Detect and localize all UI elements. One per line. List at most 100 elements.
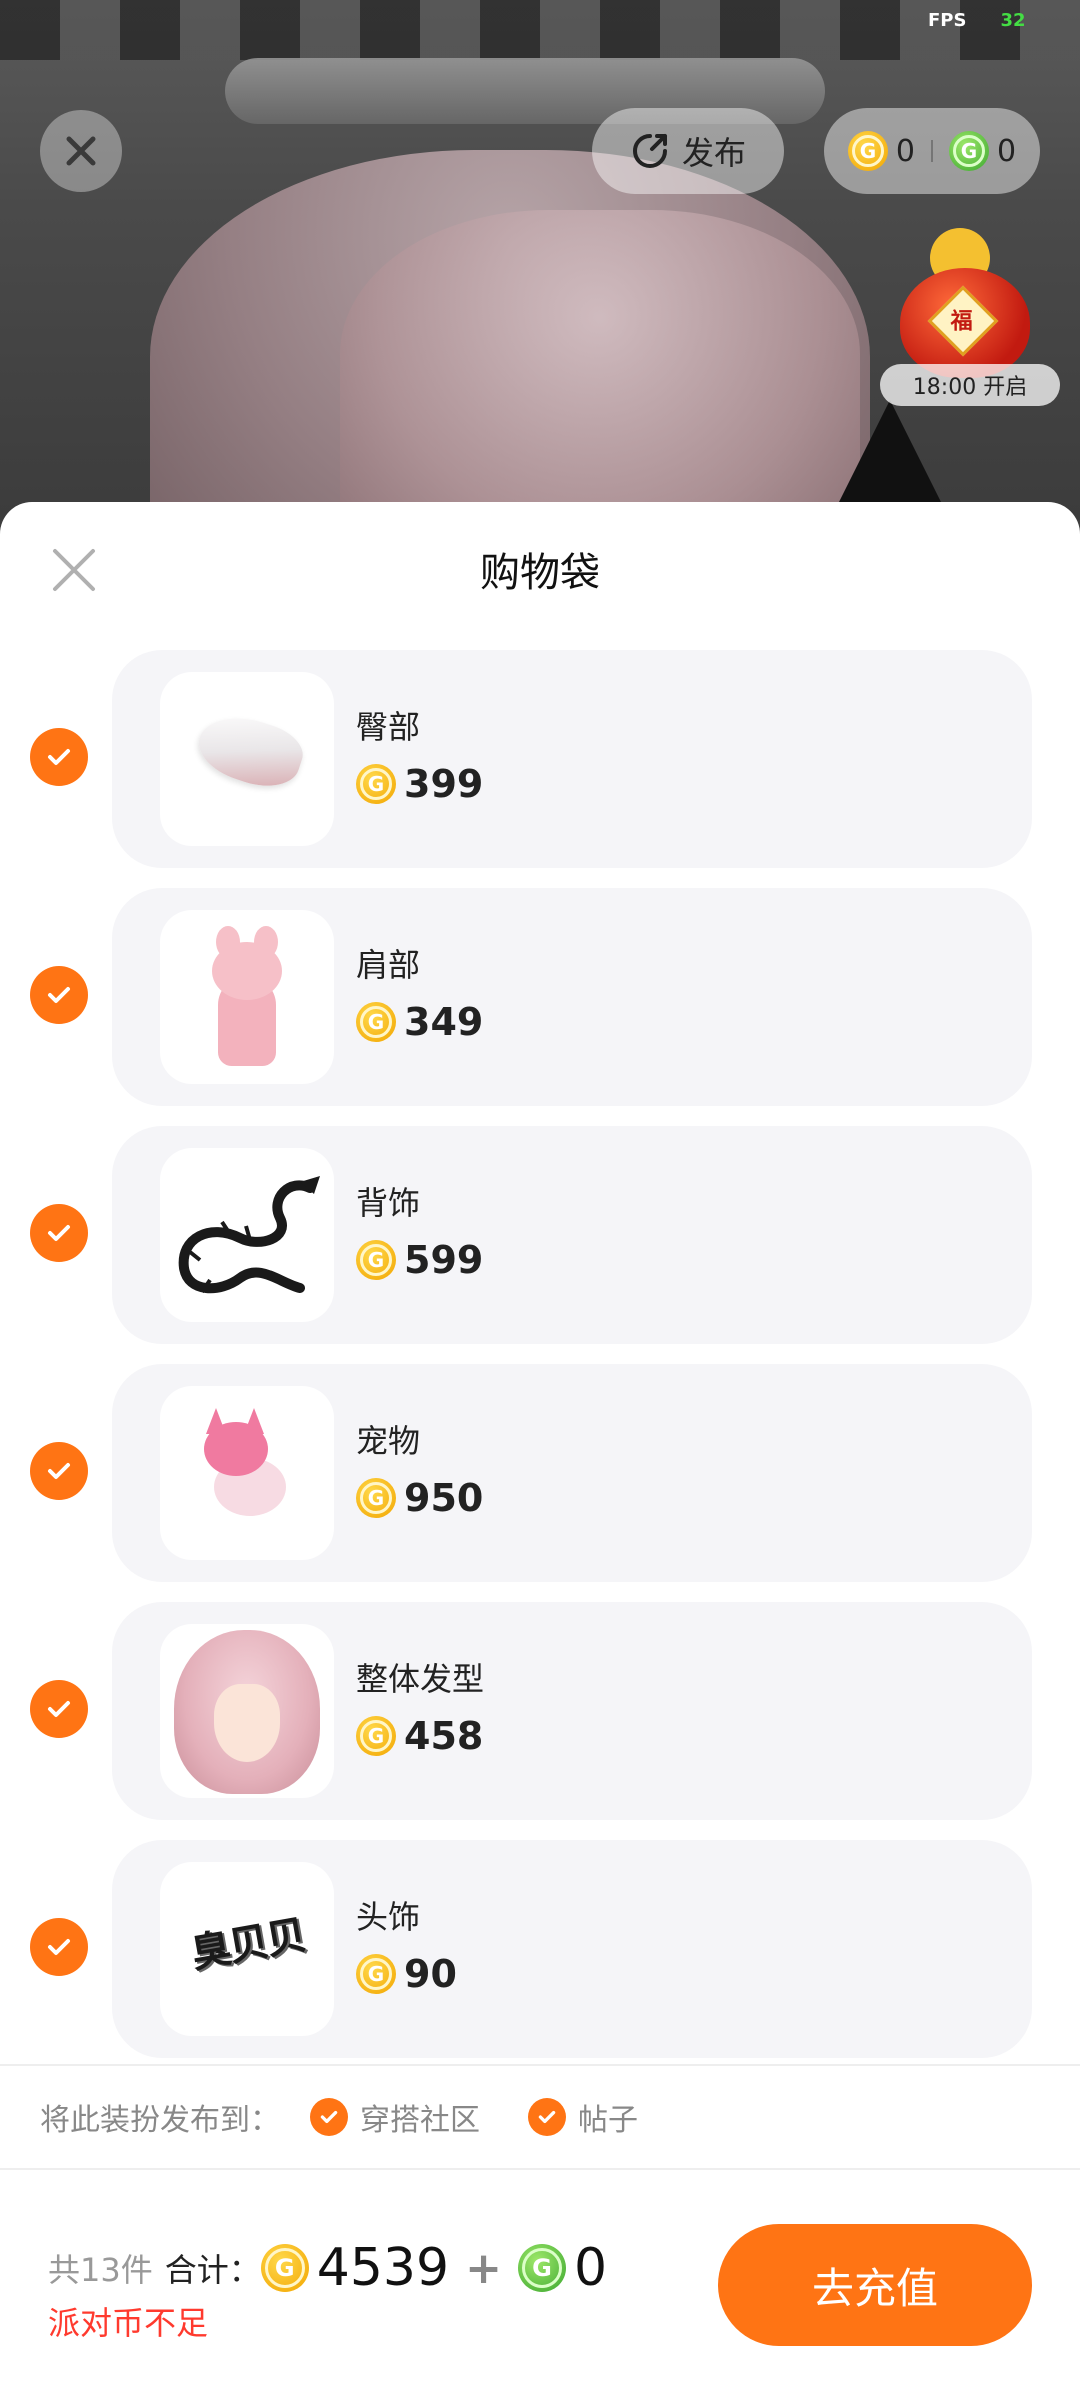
item-checkbox[interactable]: [30, 728, 88, 786]
item-checkbox[interactable]: [30, 966, 88, 1024]
item-thumbnail: [160, 910, 334, 1084]
list-item: 整体发型 G 458: [0, 1602, 1080, 1840]
close-icon: [66, 136, 96, 166]
gold-coin-icon: G: [356, 1002, 396, 1042]
item-name: 背饰: [356, 1184, 421, 1222]
list-item: 臭贝贝 头饰 G 90: [0, 1840, 1080, 2078]
green-balance: 0: [997, 133, 1017, 169]
checkmark-icon: [48, 1939, 70, 1955]
publish-target-label: 将此装扮发布到：: [40, 2103, 280, 2138]
fox-ear: [206, 1408, 226, 1434]
price-value: 599: [404, 1238, 484, 1282]
item-name: 肩部: [356, 946, 421, 984]
shopping-bag-panel: 购物袋 臀部 G 399 肩部 G 349 背饰 G 599 宠物 G 950 …: [0, 502, 1080, 2400]
item-thumbnail: 臭贝贝: [160, 1862, 334, 2036]
recharge-button[interactable]: 去充值: [718, 2224, 1032, 2346]
item-card[interactable]: 背饰 G 599: [112, 1126, 1032, 1344]
lucky-bag-icon: 福: [900, 268, 1030, 378]
gold-coin-icon: G: [356, 1954, 396, 1994]
fps-counter: FPS 32: [928, 10, 1026, 31]
item-price: G 950: [356, 1476, 483, 1520]
gold-balance: 0: [895, 133, 915, 169]
publish-option-community[interactable]: 穿搭社区: [310, 2095, 480, 2139]
bunny-head: [212, 942, 282, 1000]
list-item: 宠物 G 950: [0, 1364, 1080, 1602]
black-dragon-icon: [178, 1176, 320, 1294]
item-thumbnail: [160, 1148, 334, 1322]
item-price: G 90: [356, 1952, 457, 1996]
item-card[interactable]: 臀部 G 399: [112, 650, 1032, 868]
insufficient-funds-warning: 派对币不足: [48, 2304, 209, 2342]
item-list: 臀部 G 399 肩部 G 349 背饰 G 599 宠物 G 950 整体发型…: [0, 650, 1080, 2078]
item-thumbnail: [160, 672, 334, 846]
fox-ear: [244, 1408, 264, 1434]
checkmark-icon: [528, 2098, 566, 2136]
item-name: 整体发型: [356, 1660, 485, 1698]
event-badge[interactable]: 福 18:00 开启: [880, 228, 1060, 408]
fps-value: 32: [1000, 10, 1026, 31]
checkmark-icon: [48, 1463, 70, 1479]
total-line: 共13件 合计： G 4539 + G 0: [48, 2238, 607, 2298]
item-price: G 599: [356, 1238, 483, 1282]
checkmark-icon: [310, 2098, 348, 2136]
item-name: 头饰: [356, 1898, 421, 1936]
publish-icon: [633, 134, 667, 168]
item-thumbnail: [160, 1386, 334, 1560]
item-card[interactable]: 臭贝贝 头饰 G 90: [112, 1840, 1032, 2058]
item-checkbox[interactable]: [30, 1918, 88, 1976]
text-headwear-icon: 臭贝贝: [187, 1912, 308, 1978]
face-shape: [214, 1684, 280, 1762]
item-price: G 349: [356, 1000, 483, 1044]
price-value: 399: [404, 762, 484, 806]
price-value: 950: [404, 1476, 484, 1520]
publish-option-label: 帖子: [578, 2103, 638, 2138]
checkmark-icon: [48, 1701, 70, 1717]
gold-coin-icon: G: [356, 1240, 396, 1280]
item-thumbnail: [160, 1624, 334, 1798]
green-coin-icon: G: [949, 131, 989, 171]
item-checkbox[interactable]: [30, 1442, 88, 1500]
item-card[interactable]: 肩部 G 349: [112, 888, 1032, 1106]
checkout-footer: 共13件 合计： G 4539 + G 0 派对币不足 去充值: [0, 2170, 1080, 2400]
checkmark-icon: [48, 749, 70, 765]
gold-coin-icon: G: [356, 1478, 396, 1518]
publish-option-post[interactable]: 帖子: [528, 2095, 638, 2139]
balance-pill[interactable]: G 0 G 0: [824, 108, 1040, 194]
game-scene: FPS 32 发布 G 0 G 0 福 18:00 开启: [0, 0, 1080, 520]
list-item: 背饰 G 599: [0, 1126, 1080, 1364]
item-card[interactable]: 宠物 G 950: [112, 1364, 1032, 1582]
item-checkbox[interactable]: [30, 1204, 88, 1262]
gold-total: 4539: [316, 2238, 450, 2298]
panel-header: 购物袋: [0, 502, 1080, 634]
scene-pixel-art: [0, 0, 1080, 60]
close-scene-button[interactable]: [40, 110, 122, 192]
item-count: 共13件: [48, 2251, 153, 2289]
list-item: 臀部 G 399: [0, 650, 1080, 888]
publish-target-bar: 将此装扮发布到： 穿搭社区 帖子: [0, 2064, 1080, 2170]
item-name: 宠物: [356, 1422, 421, 1460]
balance-divider: [931, 140, 933, 162]
avatar-preview-highlight: [340, 210, 860, 520]
publish-button[interactable]: 发布: [592, 108, 784, 194]
gold-coin-icon: G: [356, 764, 396, 804]
item-card[interactable]: 整体发型 G 458: [112, 1602, 1032, 1820]
green-coin-icon: G: [517, 2244, 566, 2292]
fu-charm-glyph: 福: [950, 309, 973, 335]
list-item: 肩部 G 349: [0, 888, 1080, 1126]
price-value: 90: [404, 1952, 457, 1996]
plus-sign: +: [465, 2242, 502, 2294]
fu-charm: 福: [927, 285, 999, 357]
gold-coin-icon: G: [260, 2244, 309, 2292]
gold-coin-icon: G: [356, 1716, 396, 1756]
item-checkbox[interactable]: [30, 1680, 88, 1738]
checkmark-icon: [48, 987, 70, 1003]
checkmark-icon: [48, 1225, 70, 1241]
price-value: 349: [404, 1000, 484, 1044]
fps-label: FPS: [928, 10, 967, 31]
price-value: 458: [404, 1714, 484, 1758]
green-total: 0: [573, 2238, 608, 2298]
item-price: G 458: [356, 1714, 483, 1758]
gold-coin-icon: G: [847, 131, 888, 171]
event-time: 18:00 开启: [880, 364, 1060, 406]
item-name: 臀部: [356, 708, 421, 746]
